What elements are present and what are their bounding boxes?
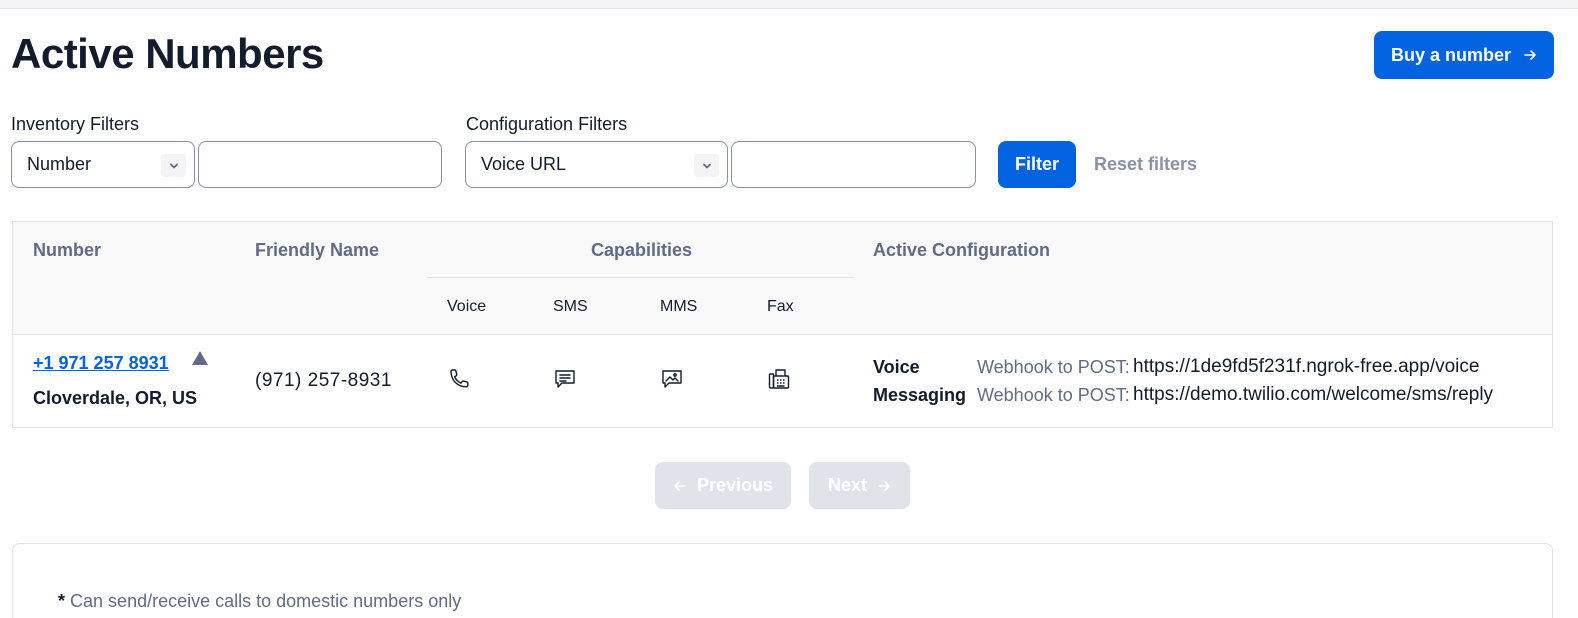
previous-label: Previous [696, 475, 774, 495]
config-voice-url: https://1de9fd5f231f.ngrok-free.app/voic… [1133, 356, 1480, 377]
header-sms: SMS [553, 298, 588, 315]
configuration-filter-select[interactable]: Voice URL [465, 141, 728, 188]
buy-number-button[interactable]: Buy a number [1374, 31, 1554, 79]
header-active-configuration: Active Configuration [873, 240, 1051, 260]
header-voice: Voice [447, 298, 487, 315]
inventory-filter-select[interactable]: Number [11, 141, 195, 188]
arrow-left-icon [674, 480, 686, 491]
config-messaging-url: https://demo.twilio.com/welcome/sms/repl… [1133, 384, 1494, 405]
fax-icon [768, 369, 790, 389]
configuration-filter-value: Voice URL [481, 154, 567, 174]
footnote-marker: * [58, 591, 66, 611]
triangle-up-icon [192, 351, 208, 365]
chevron-down-icon [161, 154, 186, 177]
config-messaging-kind: Webhook to POST: [977, 385, 1130, 405]
numbers-table: Number Friendly Name Capabilities Active… [12, 221, 1553, 428]
top-bar [0, 0, 1578, 9]
footnote-panel: * Can send/receive calls to domestic num… [12, 543, 1553, 618]
config-voice-kind: Webhook to POST: [977, 357, 1130, 377]
header-fax: Fax [767, 298, 794, 315]
phone-icon [450, 369, 469, 388]
capabilities-divider [427, 277, 854, 278]
config-voice-label: Voice [873, 357, 920, 377]
next-page-button[interactable]: Next [809, 462, 910, 509]
reset-filters-link[interactable]: Reset filters [1094, 154, 1197, 175]
friendly-name: (971) 257-8931 [255, 370, 392, 391]
inventory-filters-label: Inventory Filters [11, 114, 140, 134]
arrow-right-icon [1524, 50, 1536, 60]
previous-page-button[interactable]: Previous [655, 462, 791, 509]
number-location: Cloverdale, OR, US [33, 388, 198, 408]
table-header: Number Friendly Name Capabilities Active… [13, 222, 1552, 335]
inventory-filter-input[interactable] [198, 141, 442, 188]
header-capabilities: Capabilities [591, 240, 693, 260]
mms-icon [662, 370, 682, 388]
config-messaging-label: Messaging [873, 385, 967, 405]
page-title: Active Numbers [11, 30, 324, 77]
buy-number-label: Buy a number [1390, 44, 1512, 65]
configuration-filter-input[interactable] [731, 141, 976, 188]
inventory-filter-value: Number [27, 154, 92, 174]
header-number: Number [33, 240, 102, 260]
footnote: * Can send/receive calls to domestic num… [58, 591, 461, 612]
header-friendly-name: Friendly Name [255, 240, 380, 260]
header-mms: MMS [660, 298, 698, 315]
configuration-filters-label: Configuration Filters [466, 114, 628, 134]
next-label: Next [827, 475, 867, 495]
filter-button[interactable]: Filter [998, 141, 1076, 188]
sms-icon [555, 370, 575, 388]
footnote-text: Can send/receive calls to domestic numbe… [70, 591, 462, 611]
phone-number-link[interactable]: +1 971 257 8931 [33, 353, 169, 374]
chevron-down-icon [694, 154, 719, 177]
arrow-right-icon [878, 480, 890, 491]
